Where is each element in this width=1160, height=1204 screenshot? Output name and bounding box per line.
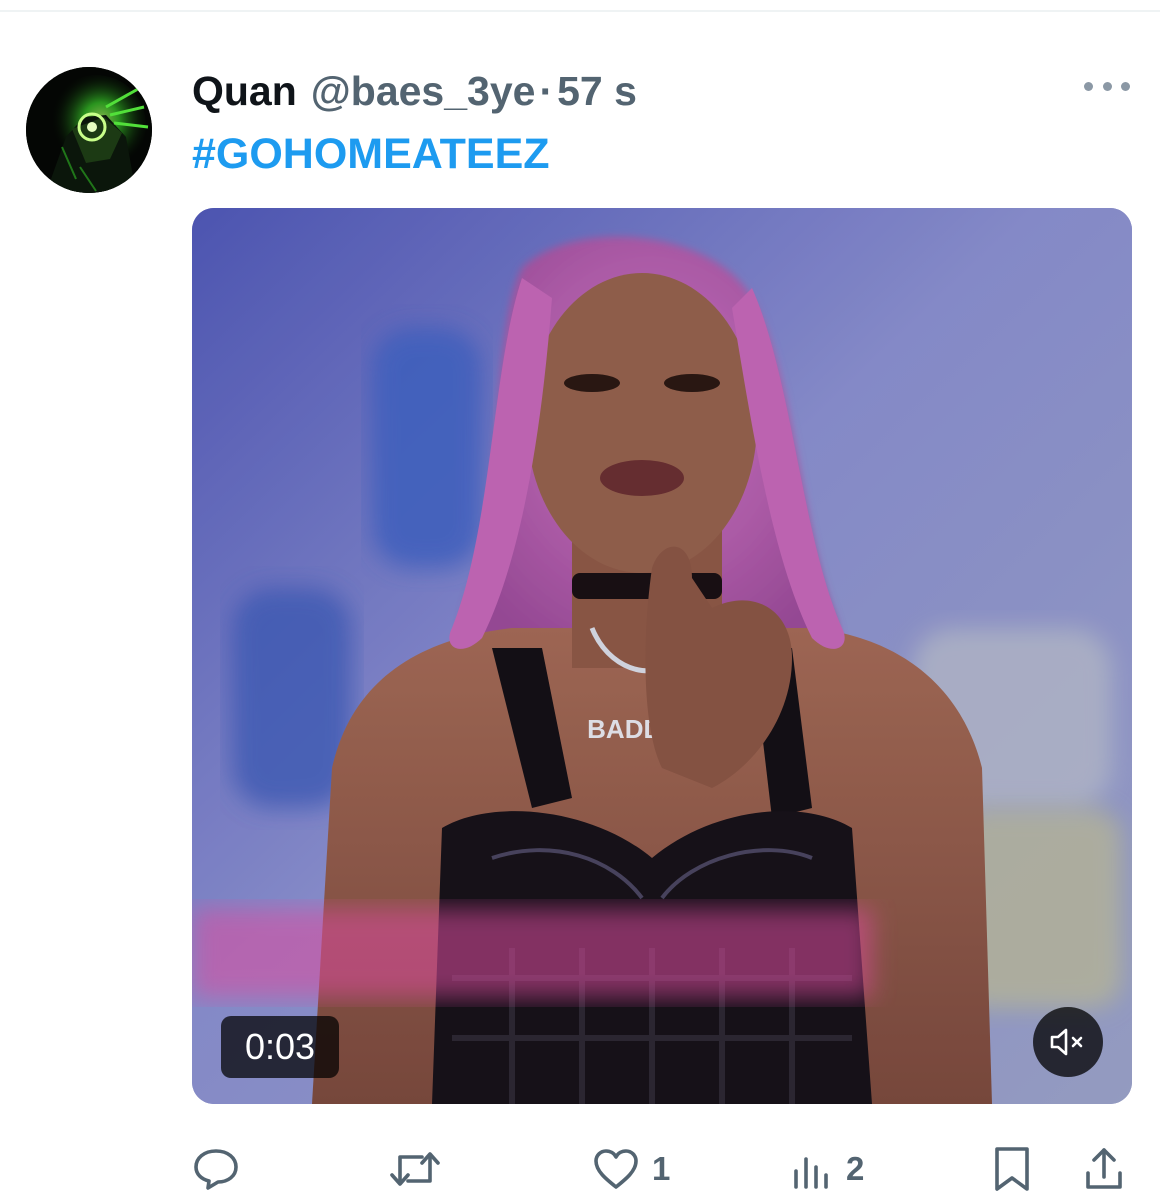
share-upload-icon xyxy=(1086,1148,1122,1189)
tweet-actions-bar: 1 2 xyxy=(0,1134,1160,1204)
more-icon[interactable] xyxy=(1084,74,1130,98)
analytics-bars-icon xyxy=(794,1157,828,1189)
more-dot xyxy=(1102,81,1112,91)
header-separator: · xyxy=(539,68,554,114)
share-button[interactable] xyxy=(1082,1134,1126,1204)
like-count: 1 xyxy=(652,1150,671,1187)
tweet-hashtag-link[interactable]: #GOHOMEATEEZ xyxy=(192,128,550,180)
avatar-image xyxy=(26,67,152,193)
more-dot xyxy=(1084,81,1093,91)
tweet-header: Quan @baes_3ye · 57 s xyxy=(192,66,637,116)
user-handle[interactable]: @baes_3ye xyxy=(311,66,536,116)
timestamp[interactable]: 57 s xyxy=(557,66,637,116)
video-duration-badge: 0:03 xyxy=(221,1016,339,1078)
bookmark-icon xyxy=(995,1147,1029,1191)
views-button[interactable]: 2 xyxy=(790,1134,864,1204)
video-player[interactable]: BADDIE xyxy=(192,208,1132,1104)
reply-bubble-icon xyxy=(194,1149,238,1190)
speaker-muted-icon[interactable] xyxy=(1033,1007,1103,1077)
reply-button[interactable] xyxy=(192,1134,240,1204)
views-count: 2 xyxy=(846,1150,865,1187)
avatar[interactable] xyxy=(26,67,152,193)
like-button[interactable]: 1 xyxy=(592,1134,670,1204)
heart-icon xyxy=(594,1149,638,1189)
tweet-card[interactable]: Quan @baes_3ye · 57 s #GOHOMEATEEZ BADDI… xyxy=(0,12,1160,1200)
retweet-button[interactable] xyxy=(388,1134,454,1204)
video-frame: BADDIE xyxy=(192,208,1132,1104)
retweet-icon xyxy=(390,1152,440,1186)
more-dot xyxy=(1121,81,1130,91)
bookmark-button[interactable] xyxy=(990,1134,1034,1204)
display-name[interactable]: Quan xyxy=(192,66,297,116)
